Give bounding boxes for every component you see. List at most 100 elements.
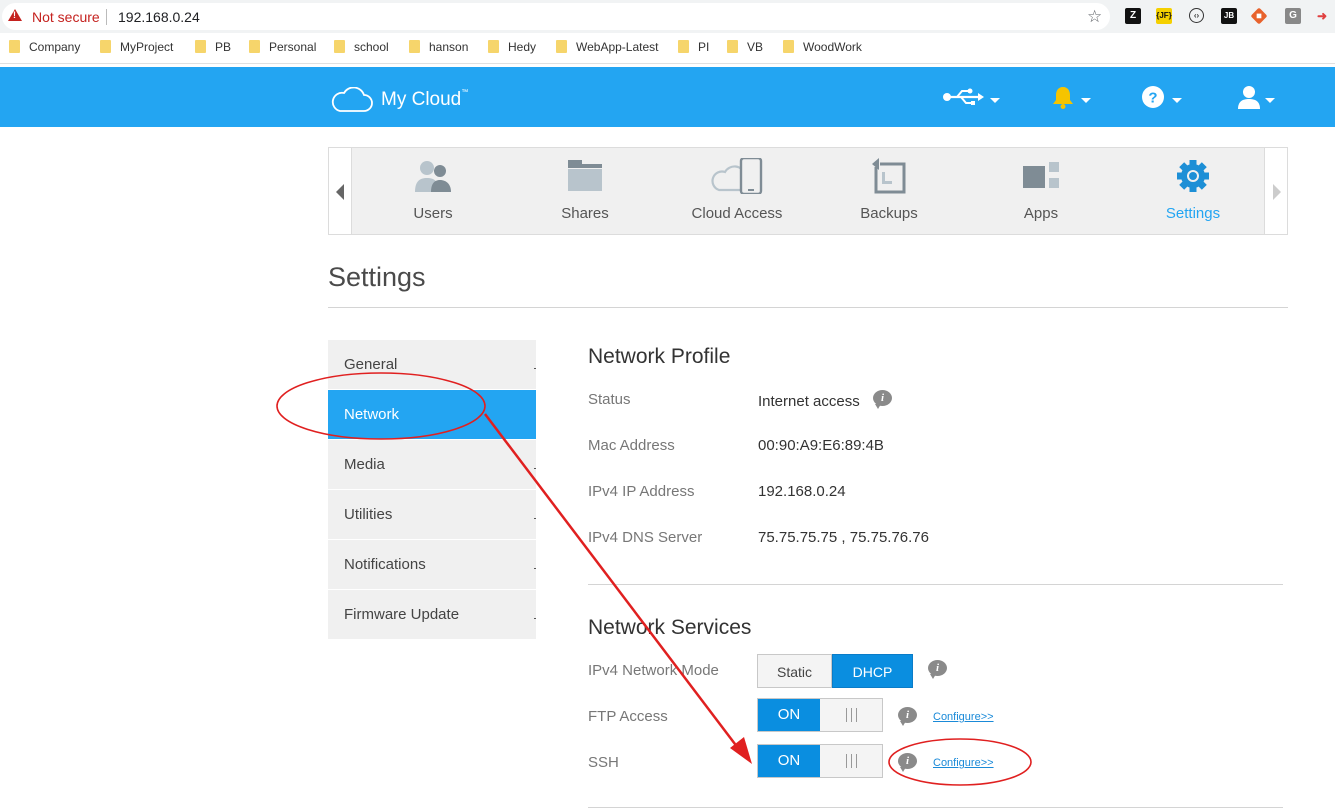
- toggle-knob: [820, 699, 882, 731]
- grip-line: [851, 708, 852, 722]
- extension-z-icon[interactable]: Z: [1125, 8, 1141, 24]
- sidebar-item-general[interactable]: General: [328, 340, 536, 390]
- nav-label: Shares: [561, 205, 609, 222]
- network-services-title: Network Services: [588, 616, 752, 639]
- ssh-toggle[interactable]: ON: [757, 744, 883, 778]
- extension-jf-icon[interactable]: {JF}: [1156, 8, 1172, 24]
- arrow-left-icon: [336, 184, 344, 200]
- nav-item-apps[interactable]: Apps: [965, 148, 1117, 234]
- sidebar-item-notifications[interactable]: Notifications: [328, 540, 536, 590]
- bookmark-personal[interactable]: Personal: [249, 40, 316, 54]
- extension-git-icon[interactable]: ◆: [1250, 7, 1268, 25]
- ftp-configure-link[interactable]: Configure>>: [933, 711, 994, 723]
- ipv4-network-mode-label: IPv4 Network Mode: [588, 662, 719, 679]
- nav-item-shares[interactable]: Shares: [509, 148, 661, 234]
- status-info-icon[interactable]: i: [873, 390, 892, 409]
- nav-label: Settings: [1165, 205, 1221, 222]
- main-nav: Users Shares Cloud Access Backups Apps S…: [328, 147, 1288, 235]
- ftp-info-icon[interactable]: i: [898, 707, 917, 726]
- brand-name: My Cloud™: [381, 89, 469, 110]
- backups-icon: [871, 158, 906, 194]
- sidebar-item-utilities[interactable]: Utilities: [328, 490, 536, 540]
- ssh-toggle-state: ON: [758, 745, 820, 777]
- security-indicator[interactable]: Not secure: [32, 9, 100, 25]
- chevron-down-icon: [1265, 98, 1275, 103]
- ssh-label: SSH: [588, 754, 619, 771]
- ipv4-dns-label: IPv4 DNS Server: [588, 529, 703, 546]
- nav-item-cloud-access[interactable]: Cloud Access: [661, 148, 813, 234]
- bookmark-hanson[interactable]: hanson: [409, 40, 468, 54]
- ssh-configure-link[interactable]: Configure>>: [933, 757, 994, 769]
- help-icon: ?: [1142, 86, 1164, 108]
- cloud-logo-icon: [331, 87, 373, 112]
- warning-icon: [8, 9, 22, 21]
- arrow-right-icon: [1273, 184, 1281, 200]
- sidebar-item-network[interactable]: Network: [328, 390, 536, 440]
- folder-icon: [195, 40, 206, 53]
- usb-menu[interactable]: [942, 84, 1002, 110]
- chevron-down-icon: [1172, 98, 1182, 103]
- ipv4-address-label: IPv4 IP Address: [588, 483, 695, 500]
- folder-icon: [488, 40, 499, 53]
- url-text[interactable]: 192.168.0.24: [118, 9, 200, 25]
- mac-address-value: 00:90:A9:E6:89:4B: [758, 437, 884, 454]
- grip-line: [851, 754, 852, 768]
- ipv4-address-value: 192.168.0.24: [758, 483, 846, 500]
- shares-folder-icon: [568, 160, 602, 191]
- nav-label: Backups: [860, 205, 918, 222]
- network-mode-toggle: Static DHCP: [757, 654, 913, 688]
- nav-label: Apps: [1023, 205, 1059, 222]
- nav-item-backups[interactable]: Backups: [813, 148, 965, 234]
- ssh-info-icon[interactable]: i: [898, 753, 917, 772]
- folder-icon: [334, 40, 345, 53]
- user-menu[interactable]: [1237, 84, 1281, 110]
- extension-g-icon[interactable]: G: [1285, 8, 1301, 24]
- chevron-down-icon: [990, 98, 1000, 103]
- cloud-access-icon: [711, 158, 763, 194]
- folder-icon: [678, 40, 689, 53]
- sidebar-item-firmware-update[interactable]: Firmware Update: [328, 590, 536, 640]
- browser-toolbar: Not secure 192.168.0.24 ☆ Z {JF} ‹› JB ◆…: [0, 0, 1335, 33]
- bookmark-school[interactable]: school: [334, 40, 389, 54]
- nav-label: Cloud Access: [691, 205, 783, 222]
- section-divider: [588, 584, 1283, 585]
- nav-item-settings[interactable]: Settings: [1117, 148, 1269, 234]
- extension-code-icon[interactable]: ‹›: [1189, 8, 1204, 23]
- bookmark-pb[interactable]: PB: [195, 40, 231, 54]
- notifications-menu[interactable]: [1052, 84, 1092, 110]
- sidebar-item-media[interactable]: Media: [328, 440, 536, 490]
- nav-label: Users: [413, 205, 453, 222]
- ftp-access-toggle[interactable]: ON: [757, 698, 883, 732]
- bookmark-hedy[interactable]: Hedy: [488, 40, 536, 54]
- help-menu[interactable]: ?: [1142, 84, 1186, 110]
- grip-line: [856, 708, 857, 722]
- bookmark-vb[interactable]: VB: [727, 40, 763, 54]
- address-bar[interactable]: Not secure 192.168.0.24 ☆: [2, 3, 1110, 30]
- grip-line: [846, 754, 847, 768]
- nav-item-users[interactable]: Users: [357, 148, 509, 234]
- folder-icon: [249, 40, 260, 53]
- network-mode-info-icon[interactable]: i: [928, 660, 947, 679]
- bookmark-pi[interactable]: PI: [678, 40, 709, 54]
- page-title: Settings: [328, 262, 426, 292]
- annotation-arrowhead: [730, 737, 752, 764]
- bookmark-company[interactable]: Company: [9, 40, 80, 54]
- dhcp-mode-button[interactable]: DHCP: [832, 654, 913, 688]
- bookmark-star-icon[interactable]: ☆: [1087, 7, 1102, 27]
- folder-icon: [100, 40, 111, 53]
- static-mode-button[interactable]: Static: [757, 654, 832, 688]
- ftp-access-label: FTP Access: [588, 708, 668, 725]
- network-profile-title: Network Profile: [588, 345, 731, 368]
- bookmark-webapp-latest[interactable]: WebApp-Latest: [556, 40, 659, 54]
- title-divider: [328, 307, 1288, 308]
- extension-arrow-icon[interactable]: ➜: [1314, 8, 1330, 24]
- extension-jb-icon[interactable]: JB: [1221, 8, 1237, 24]
- status-value: Internet access: [758, 393, 860, 410]
- bookmark-woodwork[interactable]: WoodWork: [783, 40, 862, 54]
- nav-prev-button[interactable]: [329, 148, 352, 234]
- nav-next-button[interactable]: [1264, 148, 1287, 234]
- folder-icon: [783, 40, 794, 53]
- toggle-knob: [820, 745, 882, 777]
- grip-line: [846, 708, 847, 722]
- bookmark-myproject[interactable]: MyProject: [100, 40, 173, 54]
